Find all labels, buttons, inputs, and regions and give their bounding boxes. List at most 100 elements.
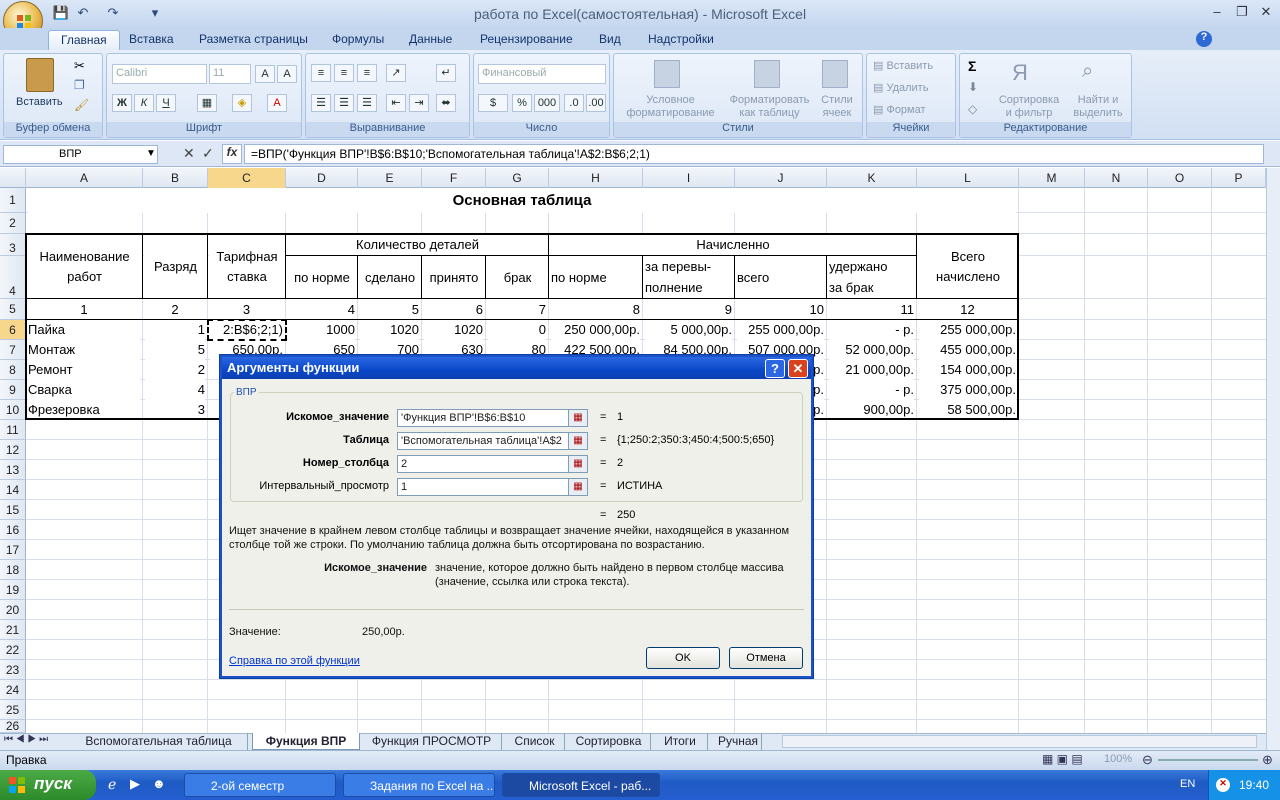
row-header[interactable]: 18 [0,560,26,580]
column-header[interactable]: B [143,168,208,188]
redo-icon[interactable]: ↷ [104,5,122,21]
font-family-select[interactable]: Calibri [112,64,207,84]
row-header[interactable]: 12 [0,440,26,460]
tab-view[interactable]: Вид [587,30,633,50]
row-header[interactable]: 3 [0,234,26,256]
select-all-corner[interactable] [0,168,26,188]
enter-formula-icon[interactable]: ✓ [202,145,214,162]
undo-icon[interactable]: ↶ [74,5,92,21]
row-header[interactable]: 20 [0,600,26,620]
underline-icon[interactable]: Ч [156,94,176,112]
conditional-format-button[interactable]: Условное форматирование [618,94,723,120]
arg-input[interactable]: 'Функция ВПР'!B$6:B$10 [397,409,587,427]
taskbar-item-folder[interactable]: 2-ой семестр [184,773,336,797]
column-header[interactable]: A [26,168,143,188]
column-header[interactable]: J [735,168,827,188]
dialog-help-icon[interactable]: ? [765,359,785,378]
tab-home[interactable]: Главная [48,30,120,50]
collapse-dialog-icon[interactable]: ▦ [568,478,588,496]
row-header[interactable]: 23 [0,660,26,680]
taskbar-item-excel[interactable]: Microsoft Excel - раб... [502,773,660,797]
sheet-tab[interactable]: Ручная [710,733,762,750]
cancel-button[interactable]: Отмена [729,647,803,669]
sheet-tab[interactable]: Вспомогательная таблица [70,733,248,750]
thousands-icon[interactable]: 000 [534,94,560,112]
sheet-tab[interactable]: Функция ВПР [252,733,360,750]
column-header[interactable]: H [549,168,643,188]
row-header[interactable]: 2 [0,213,26,234]
currency-icon[interactable]: $ [478,94,508,112]
arg-input[interactable]: 2 [397,455,587,473]
format-cells-button[interactable]: ▤ Формат [873,104,926,117]
ok-button[interactable]: OK [646,647,720,669]
shrink-font-icon[interactable]: A [277,65,297,83]
row-header[interactable]: 6 [0,320,26,340]
tab-addins[interactable]: Надстройки [636,30,726,50]
align-middle-icon[interactable]: ≡ [334,64,354,82]
collapse-dialog-icon[interactable]: ▦ [568,409,588,427]
row-header[interactable]: 16 [0,520,26,540]
name-box-dropdown-icon[interactable]: ▼ [146,148,156,159]
active-cell[interactable] [207,319,287,341]
number-format-select[interactable]: Финансовый [478,64,606,84]
formula-input[interactable]: =ВПР('Функция ВПР'!B$6:B$10;'Вспомогател… [244,144,1264,164]
fill-icon[interactable]: ⬇ [968,80,978,94]
zoom-slider[interactable] [1158,759,1258,761]
row-header[interactable]: 9 [0,380,26,400]
row-header[interactable]: 1 [0,188,26,213]
dialog-close-icon[interactable]: ✕ [788,359,808,378]
cut-icon[interactable]: ✂ [74,58,85,74]
fill-color-icon[interactable]: ◈ [232,94,252,112]
wrap-text-icon[interactable]: ↵ [436,64,456,82]
format-as-table-button[interactable]: Форматировать как таблицу [722,94,817,120]
name-box[interactable]: ВПР [3,145,158,164]
merge-cells-icon[interactable]: ⬌ [436,94,456,112]
align-center-icon[interactable]: ☰ [334,94,354,112]
sheet-tab[interactable]: Список [505,733,565,750]
tab-formulas[interactable]: Формулы [320,30,396,50]
align-bottom-icon[interactable]: ≡ [357,64,377,82]
row-header[interactable]: 24 [0,680,26,700]
sheet-nav-icons[interactable]: ⏮ ◀ ▶ ⏭ [4,734,48,745]
delete-cells-button[interactable]: ▤ Удалить [873,82,928,95]
row-header[interactable]: 25 [0,700,26,720]
column-header[interactable]: L [917,168,1019,188]
column-header[interactable]: C [208,168,286,188]
row-header[interactable]: 7 [0,340,26,360]
sort-filter-button[interactable]: Сортировка и фильтр [994,94,1064,120]
row-header[interactable]: 21 [0,620,26,640]
row-header[interactable]: 8 [0,360,26,380]
insert-function-icon[interactable]: fx [222,144,242,164]
sheet-cell[interactable]: Основная таблица [28,188,1016,213]
row-header[interactable]: 5 [0,299,26,320]
messenger-icon[interactable]: ☻ [152,776,166,791]
increase-indent-icon[interactable]: ⇥ [409,94,429,112]
decrease-indent-icon[interactable]: ⇤ [386,94,406,112]
row-header[interactable]: 11 [0,420,26,440]
grow-font-icon[interactable]: A [255,65,275,83]
zoom-out-icon[interactable]: ⊖ [1142,752,1153,768]
find-select-button[interactable]: Найти и выделить [1068,94,1128,120]
paste-button[interactable]: Вставить [16,96,63,109]
row-header[interactable]: 4 [0,256,26,299]
row-header[interactable]: 22 [0,640,26,660]
language-indicator[interactable]: EN [1180,778,1195,790]
font-color-icon[interactable]: A [267,94,287,112]
align-right-icon[interactable]: ☰ [357,94,377,112]
arg-input[interactable]: 'Вспомогательная таблица'!A$2 [397,432,587,450]
cancel-formula-icon[interactable]: ✕ [183,145,195,162]
insert-cells-button[interactable]: ▤ Вставить [873,60,933,73]
column-header[interactable]: I [643,168,735,188]
dialog-title-bar[interactable]: Аргументы функции [222,357,811,379]
arg-input[interactable]: 1 [397,478,587,496]
decrease-decimal-icon[interactable]: .00 [586,94,606,112]
ie-icon[interactable]: ℯ [108,776,116,793]
sheet-tab[interactable]: Функция ПРОСМОТР [362,733,502,750]
taskbar-item-word[interactable]: Задания по Excel на ... [343,773,495,797]
font-size-select[interactable]: 11 [209,64,251,84]
align-left-icon[interactable]: ☰ [311,94,331,112]
view-buttons-icon[interactable]: ▦ ▣ ▤ [1042,752,1083,766]
row-header[interactable]: 15 [0,500,26,520]
column-header[interactable]: G [486,168,549,188]
column-header[interactable]: N [1085,168,1148,188]
